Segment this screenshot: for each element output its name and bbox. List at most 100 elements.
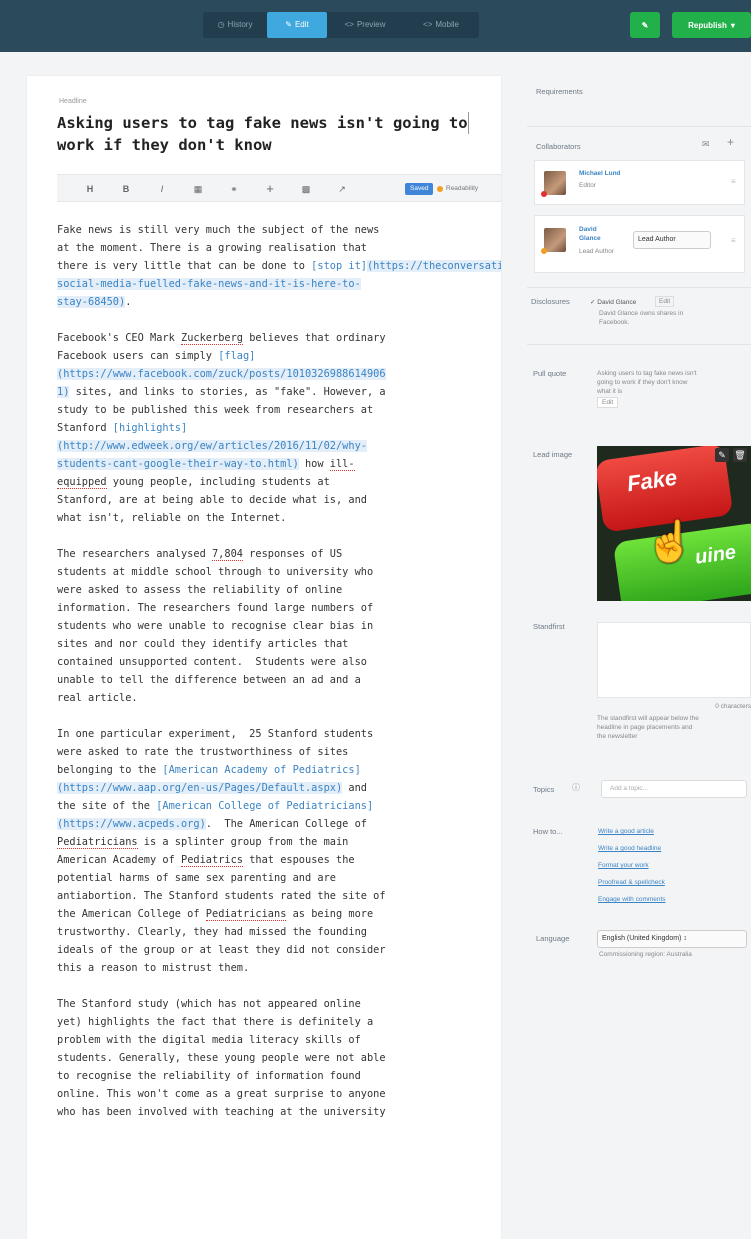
standfirst-count: 0 characters — [715, 703, 751, 710]
saved-badge: Saved — [405, 183, 434, 195]
collaborator-role: Lead Author — [579, 248, 615, 255]
spelling-flag: Pediatrics — [181, 854, 243, 867]
drag-handle-icon[interactable]: ≡ — [731, 177, 736, 186]
hand-cursor-icon: ☝ — [645, 520, 695, 564]
role-select[interactable]: Lead Author — [633, 231, 711, 249]
chevron-down-icon: ▾ — [730, 20, 735, 30]
history-icon: ◷ — [217, 20, 225, 29]
pull-quote-edit-button[interactable]: Edit — [597, 397, 619, 408]
howto-link[interactable]: Write a good article — [598, 828, 654, 835]
headline-label: Headline — [59, 98, 87, 105]
commissioning-region: Commissioning region: Australia — [599, 951, 692, 958]
howto-label: How to... — [533, 827, 563, 836]
readability-label[interactable]: Readability — [446, 183, 478, 195]
quote-button[interactable]: ▦ — [187, 175, 209, 203]
spelling-flag: Pediatricians — [205, 908, 287, 921]
insert-button[interactable]: + — [259, 175, 281, 203]
disclosure-edit-button[interactable]: Edit — [655, 296, 675, 307]
editor-panel: Headline Asking users to tag fake news i… — [27, 76, 501, 1239]
howto-link[interactable]: Format your work — [598, 862, 649, 869]
divider — [527, 344, 751, 345]
inline-link[interactable]: [flag] — [218, 350, 255, 362]
collaborator-card: Michael Lund Editor ≡ — [534, 160, 745, 205]
inline-url[interactable]: (https://www.aap.org/en-us/Pages/Default… — [57, 782, 343, 794]
collaborator-name[interactable]: Michael Lund — [579, 170, 621, 177]
format-toolbar: H B I ▦ ⚭ + ▩ ↗ Saved Readability — [57, 174, 501, 202]
avatar — [544, 228, 566, 252]
tab-preview[interactable]: <> Preview — [327, 12, 403, 38]
paragraph: The researchers analysed 7,804 responses… — [57, 548, 374, 704]
expand-button[interactable]: ↗ — [331, 175, 353, 203]
avatar — [544, 171, 566, 195]
howto-link[interactable]: Engage with comments — [598, 896, 666, 903]
help-icon[interactable]: ⓘ — [572, 783, 580, 792]
howto-link[interactable]: Proofread & spellcheck — [598, 879, 665, 886]
edit-image-icon[interactable]: ✎ — [715, 448, 729, 462]
collaborators-label: Collaborators — [536, 142, 581, 151]
heading-button[interactable]: H — [79, 175, 101, 203]
spelling-flag: Zuckerberg — [181, 332, 243, 345]
inline-url[interactable]: (https://www.acpeds.org) — [57, 818, 206, 830]
headline-input[interactable]: Asking users to tag fake news isn't goin… — [57, 112, 477, 156]
article-body[interactable]: Fake news is still very much the subject… — [57, 221, 501, 1139]
collaborator-card: David Glance Lead Author Lead Author ≡ — [534, 215, 745, 273]
quote-icon: ▦ — [193, 184, 203, 194]
mode-switcher: ◷ History ✎ Edit <> Preview <> Mobile — [203, 12, 479, 38]
edit-icon: ✎ — [285, 20, 292, 29]
preview-icon: <> — [344, 20, 354, 29]
delete-image-icon[interactable]: 🗑 — [733, 448, 747, 462]
inline-link[interactable]: [American Academy of Pediatrics] — [162, 764, 360, 776]
howto-link[interactable]: Write a good headline — [598, 845, 661, 852]
drag-handle-icon[interactable]: ≡ — [731, 236, 736, 245]
pull-quote-label: Pull quote — [533, 369, 567, 378]
text-cursor — [468, 112, 469, 134]
collaborator-name[interactable]: David Glance — [579, 225, 601, 243]
disclosure-name: ✓ David Glance — [590, 299, 637, 306]
spelling-flag: 7,804 — [211, 548, 243, 561]
lead-image-label: Lead image — [533, 450, 573, 459]
paragraph: Fake news is still very much the subject… — [57, 221, 501, 311]
bold-button[interactable]: B — [115, 175, 137, 203]
disclosure-text: David Glance owns shares in Facebook. — [599, 310, 684, 326]
tab-edit[interactable]: ✎ Edit — [267, 12, 327, 38]
pencil-icon: ✎ — [641, 20, 649, 30]
inline-link[interactable]: [stop it] — [311, 260, 367, 272]
tab-history[interactable]: ◷ History — [203, 12, 267, 38]
share-button[interactable]: ✎ — [630, 12, 660, 38]
tab-mobile[interactable]: <> Mobile — [403, 12, 479, 38]
divider — [527, 126, 751, 127]
status-dot — [541, 191, 547, 197]
sidebar: Requirements Collaborators ✉ + Michael L… — [527, 52, 751, 1239]
disclosures-label: Disclosures — [531, 297, 570, 306]
add-collaborator-icon[interactable]: + — [727, 136, 734, 148]
paragraph: Facebook's CEO Mark Zuckerberg believes … — [57, 332, 386, 524]
standfirst-input[interactable] — [597, 622, 751, 698]
link-button[interactable]: ⚭ — [223, 175, 245, 203]
pull-quote-text: Asking users to tag fake news isn't goin… — [597, 370, 697, 395]
topics-input[interactable]: Add a topic... — [601, 780, 747, 798]
language-select[interactable]: English (United Kingdom) ↕ — [597, 930, 747, 948]
mail-icon[interactable]: ✉ — [702, 140, 710, 149]
language-label: Language — [536, 934, 570, 943]
status-dot — [541, 248, 547, 254]
divider — [527, 287, 751, 288]
expand-icon: ↗ — [338, 184, 346, 194]
italic-button[interactable]: I — [151, 175, 173, 203]
table-icon: ▩ — [301, 184, 311, 194]
inline-link[interactable]: [highlights] — [113, 422, 187, 434]
top-bar: ◷ History ✎ Edit <> Preview <> Mobile ✎ … — [0, 0, 751, 52]
topics-label: Topics — [533, 785, 555, 794]
paragraph: The Stanford study (which has not appear… — [57, 998, 386, 1118]
standfirst-help: The standfirst will appear below the hea… — [597, 715, 699, 740]
republish-button[interactable]: Republish ▾ — [672, 12, 751, 38]
inline-link[interactable]: [American College of Pediatricians] — [156, 800, 373, 812]
requirements-label: Requirements — [536, 87, 583, 96]
spelling-flag: Pediatricians — [57, 836, 138, 849]
standfirst-label: Standfirst — [533, 622, 565, 631]
lead-image[interactable]: Fake uine ☝ ✎ 🗑 — [597, 446, 751, 601]
mobile-icon: <> — [423, 20, 433, 29]
paragraph: In one particular experiment, 25 Stanfor… — [57, 728, 386, 974]
link-icon: ⚭ — [230, 184, 238, 194]
collaborator-role: Editor — [579, 182, 596, 189]
table-button[interactable]: ▩ — [295, 175, 317, 203]
